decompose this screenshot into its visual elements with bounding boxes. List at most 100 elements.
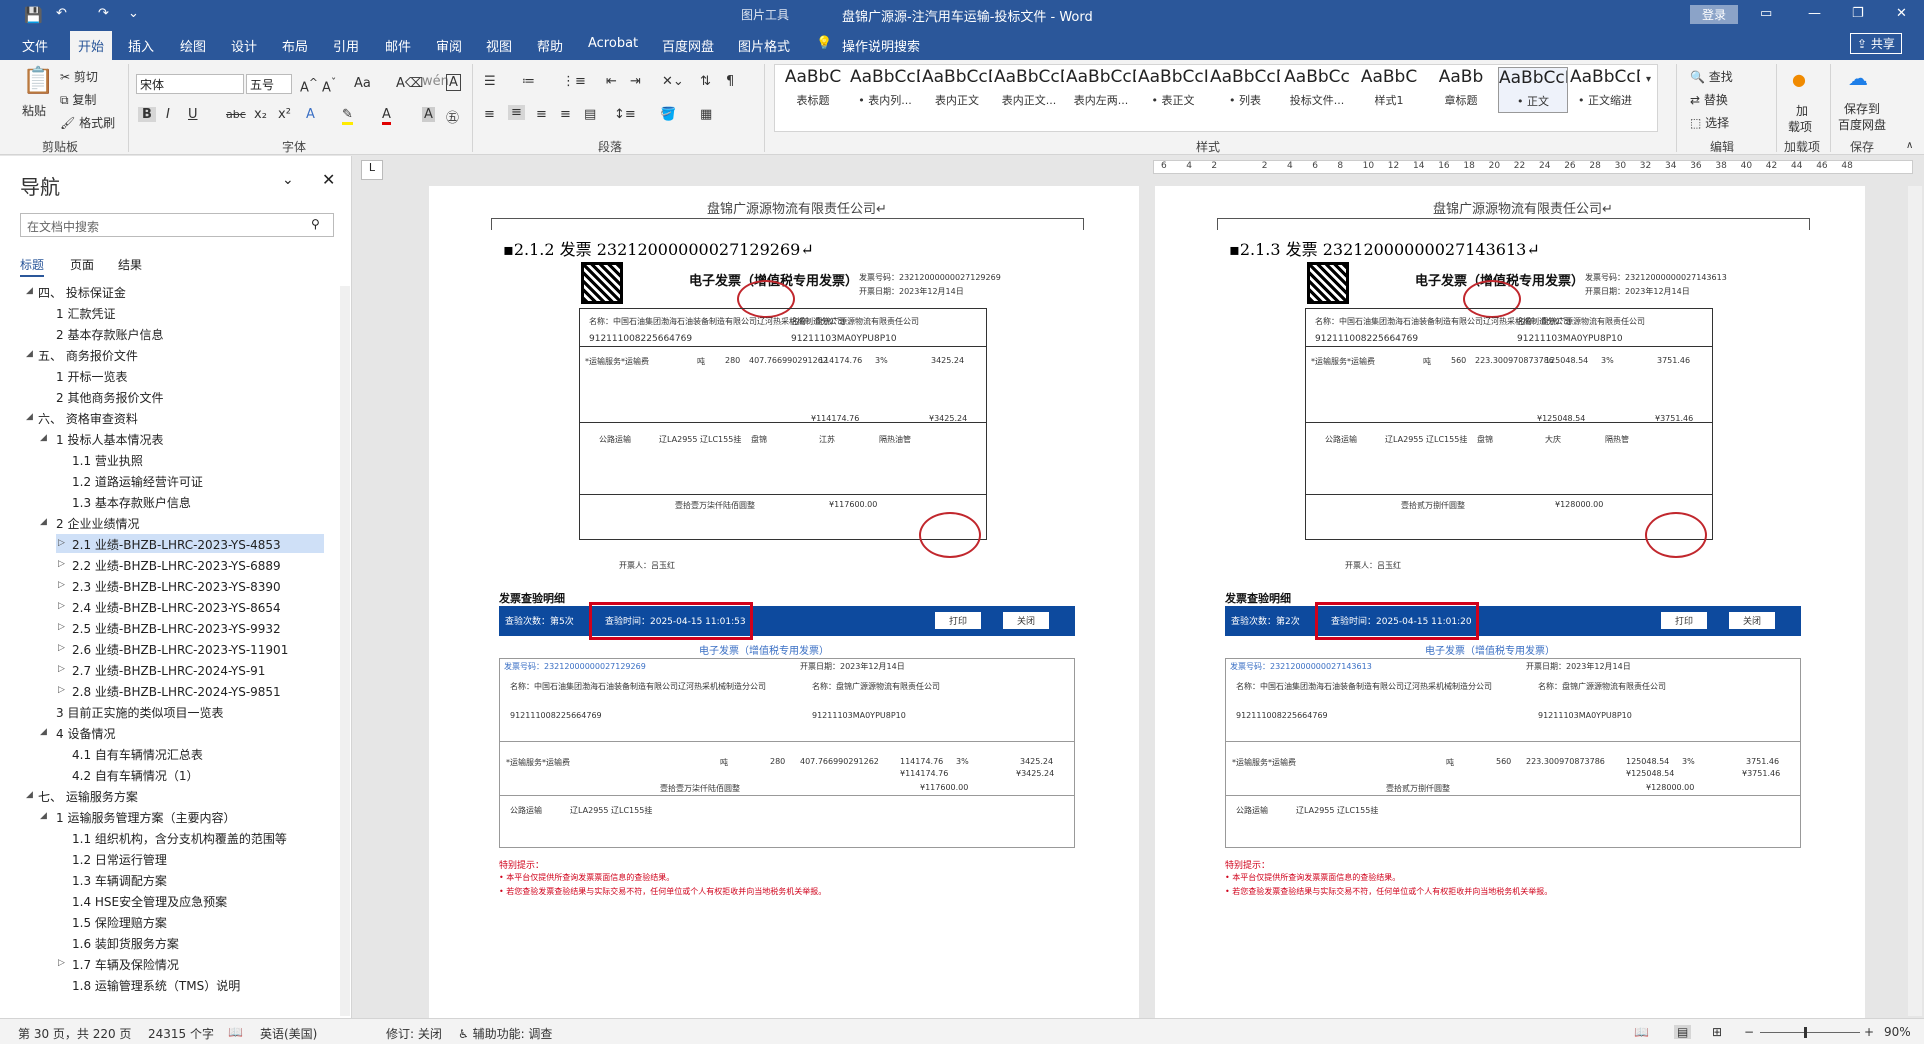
nav-scrollbar[interactable] [340, 286, 350, 1016]
style-item[interactable]: AaBbCcDdEc 表内左两... [1066, 67, 1136, 113]
nav-heading-item[interactable]: 1.2 道路运输经营许可证 [72, 473, 203, 490]
word-count[interactable]: 24315 个字 [148, 1025, 214, 1042]
align-center-icon[interactable]: ≡ [508, 105, 525, 120]
expand-collapse-icon[interactable]: ▷ [58, 643, 65, 653]
nav-heading-item[interactable]: 1.8 运输管理系统（TMS）说明 [72, 977, 240, 994]
expand-collapse-icon[interactable]: ▷ [58, 664, 65, 674]
expand-collapse-icon[interactable]: ◢ [26, 790, 33, 800]
character-shading-icon[interactable]: A [422, 107, 435, 122]
tab-help[interactable]: 帮助 [537, 36, 563, 55]
tab-home[interactable]: 开始 [70, 31, 113, 60]
tab-file[interactable]: 文件 [22, 36, 48, 55]
cut-button[interactable]: ✂ 剪切 [60, 68, 98, 85]
nav-heading-item[interactable]: 1.1 营业执照 [72, 452, 143, 469]
underline-icon[interactable]: U [188, 107, 198, 122]
zoom-level[interactable]: 90% [1884, 1025, 1911, 1039]
addins-label-1[interactable]: 加 [1796, 102, 1808, 119]
language-indicator[interactable]: 英语(美国) [260, 1025, 317, 1042]
accessibility-status[interactable]: ♿ 辅助功能: 调查 [458, 1025, 552, 1042]
nav-close-icon[interactable]: ✕ [322, 170, 335, 189]
style-item[interactable]: AaBbCcDd 表内正文 [922, 67, 992, 113]
character-border-icon[interactable]: A [446, 74, 461, 91]
customize-qat-icon[interactable]: ⌄ [128, 6, 139, 21]
tab-mailings[interactable]: 邮件 [385, 36, 411, 55]
shrink-font-icon[interactable]: Aˇ [322, 76, 336, 95]
redo-icon[interactable]: ↷ [98, 6, 109, 21]
web-layout-icon[interactable]: ⊞ [1712, 1025, 1722, 1039]
expand-collapse-icon[interactable]: ◢ [26, 349, 33, 359]
paste-icon[interactable]: 📋 [22, 66, 54, 96]
nav-heading-item[interactable]: 四、 投标保证金 [38, 284, 126, 301]
nav-heading-item[interactable]: 2.6 业绩-BHZB-LHRC-2023-YS-11901 [72, 641, 288, 658]
line-spacing-icon[interactable]: ↕≡ [614, 107, 636, 122]
chinese-layout-icon[interactable]: ✕⌄ [662, 74, 684, 89]
print-button[interactable]: 打印 [935, 612, 982, 629]
invoice-image[interactable]: 电子发票（增值税专用发票） 发票号码：23212000000027143613 开票… [1305, 262, 1727, 580]
nav-heading-item[interactable]: 2.2 业绩-BHZB-LHRC-2023-YS-6889 [72, 557, 281, 574]
tell-me-search[interactable]: 操作说明搜索 [842, 36, 920, 55]
zoom-slider-thumb[interactable] [1804, 1027, 1807, 1038]
nav-heading-item[interactable]: 4 设备情况 [56, 725, 115, 742]
print-button[interactable]: 打印 [1661, 612, 1708, 629]
nav-heading-item[interactable]: 1.2 日常运行管理 [72, 851, 167, 868]
nav-tab-headings[interactable]: 标题 [20, 256, 45, 277]
tab-acrobat[interactable]: Acrobat [588, 36, 638, 51]
expand-collapse-icon[interactable]: ▷ [58, 601, 65, 611]
tab-baidu-netdisk[interactable]: 百度网盘 [662, 36, 714, 55]
tab-design[interactable]: 设计 [231, 36, 257, 55]
zoom-out-icon[interactable]: − [1744, 1025, 1754, 1039]
save-to-baidu-label-2[interactable]: 百度网盘 [1838, 116, 1886, 133]
nav-heading-item[interactable]: 1.5 保险理赔方案 [72, 914, 167, 931]
nav-search-box[interactable]: 在文档中搜索 ⚲ [20, 213, 334, 237]
nav-search-input[interactable]: 在文档中搜索 [27, 218, 99, 235]
nav-heading-item[interactable]: 1.1 组织机构，含分支机构覆盖的范围等 [72, 830, 287, 847]
nav-tab-pages[interactable]: 页面 [70, 256, 94, 273]
share-button[interactable]: ⇪ 共享 [1850, 33, 1902, 54]
bullets-icon[interactable]: ☰ [484, 74, 496, 89]
clear-format-icon[interactable]: A⌫ [396, 76, 423, 91]
save-to-baidu-label-1[interactable]: 保存到 [1844, 100, 1880, 117]
style-item[interactable]: AaBbCcDd • 正文 [1498, 67, 1568, 113]
multilevel-list-icon[interactable]: ⋮≡ [562, 74, 586, 89]
expand-collapse-icon[interactable]: ▷ [58, 559, 65, 569]
tab-draw[interactable]: 绘图 [180, 36, 206, 55]
nav-heading-item[interactable]: 2.5 业绩-BHZB-LHRC-2023-YS-9932 [72, 620, 281, 637]
justify-icon[interactable]: ≡ [560, 107, 571, 122]
nav-heading-item[interactable]: 2.8 业绩-BHZB-LHRC-2024-YS-9851 [72, 683, 281, 700]
vertical-scrollbar[interactable] [1908, 186, 1922, 1016]
document-page[interactable]: 盘锦广源源物流有限责任公司↵ ▪2.1.3 发票 2321200000002714… [1155, 186, 1865, 1018]
nav-heading-item[interactable]: 1.3 车辆调配方案 [72, 872, 167, 889]
style-item[interactable]: AaBb 章标题 [1426, 67, 1496, 113]
phonetic-guide-icon[interactable]: wén [422, 74, 449, 89]
style-item[interactable]: AaBbC 样式1 [1354, 67, 1424, 113]
font-color-icon[interactable]: A [382, 107, 391, 125]
style-item[interactable]: AaBbCcI • 表正文 [1138, 67, 1208, 113]
expand-collapse-icon[interactable]: ▷ [58, 958, 65, 968]
expand-collapse-icon[interactable]: ▷ [58, 580, 65, 590]
tab-picture-format[interactable]: 图片格式 [738, 36, 790, 55]
nav-heading-item[interactable]: 1.3 基本存款账户信息 [72, 494, 191, 511]
format-painter-button[interactable]: 🖌 格式刷 [60, 114, 115, 131]
style-item[interactable]: AaBbC 表标题 [778, 67, 848, 113]
font-size-select[interactable]: 五号 [246, 74, 292, 94]
copy-button[interactable]: ⧉ 复制 [60, 91, 96, 108]
change-case-icon[interactable]: Aa [354, 76, 371, 91]
italic-icon[interactable]: I [166, 107, 170, 122]
collapse-ribbon-icon[interactable]: ∧ [1906, 140, 1913, 151]
nav-options-icon[interactable]: ⌄ [282, 172, 294, 188]
search-icon[interactable]: ⚲ [311, 217, 320, 231]
zoom-slider[interactable] [1760, 1032, 1860, 1033]
close-window-icon[interactable]: ✕ [1896, 6, 1907, 21]
align-right-icon[interactable]: ≡ [536, 107, 547, 122]
highlight-icon[interactable]: ✎ [342, 107, 353, 125]
strikethrough-icon[interactable]: abc [226, 108, 246, 121]
nav-heading-item[interactable]: 2 企业业绩情况 [56, 515, 139, 532]
print-layout-icon[interactable]: ▤ [1674, 1025, 1692, 1039]
text-effects-icon[interactable]: A [306, 107, 315, 122]
nav-heading-item[interactable]: 六、 资格审查资料 [38, 410, 138, 427]
track-changes-status[interactable]: 修订: 关闭 [386, 1025, 442, 1042]
replace-button[interactable]: ⇄ 替换 [1690, 91, 1728, 108]
nav-heading-item[interactable]: 2.3 业绩-BHZB-LHRC-2023-YS-8390 [72, 578, 281, 595]
styles-more-icon[interactable]: ▾ [1646, 74, 1651, 85]
nav-heading-item[interactable]: 五、 商务报价文件 [38, 347, 138, 364]
